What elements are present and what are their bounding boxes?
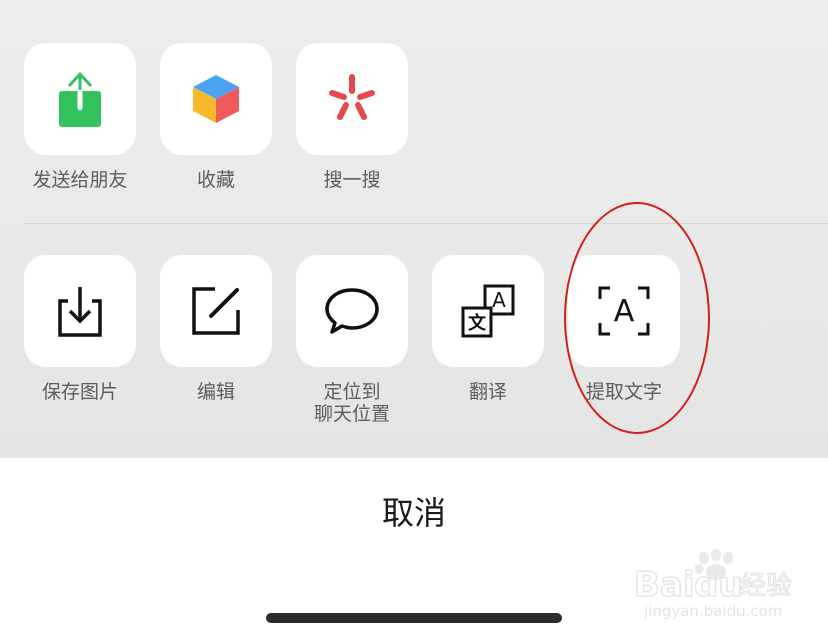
svg-text:A: A <box>492 288 506 312</box>
locate-in-chat-label: 定位到 聊天位置 <box>313 381 390 425</box>
svg-text:du: du <box>694 565 743 605</box>
save-download-icon <box>58 287 102 337</box>
search-spark-icon <box>329 74 375 120</box>
edit-pencil-icon <box>192 287 240 335</box>
save-image-label: 保存图片 <box>41 381 118 403</box>
baidu-jingyan-watermark: Bai du 经验 jingyan.baidu.com <box>632 548 822 628</box>
cancel-button[interactable]: 取消 <box>0 490 828 536</box>
send-to-friend-icon <box>59 72 101 127</box>
favorite-button[interactable] <box>160 43 272 155</box>
search-label: 搜一搜 <box>323 169 381 191</box>
svg-text:jingyan.baidu.com: jingyan.baidu.com <box>643 602 782 620</box>
home-indicator[interactable] <box>266 613 562 623</box>
translate-label: 翻译 <box>468 381 507 403</box>
baidu-paw-logo: Bai du 经验 jingyan.baidu.com <box>633 549 793 620</box>
send-to-friend-button[interactable] <box>24 43 136 155</box>
save-image-button[interactable] <box>24 255 136 367</box>
favorite-label: 收藏 <box>196 169 235 191</box>
search-button[interactable] <box>296 43 408 155</box>
highlight-annotation-circle <box>564 202 710 434</box>
svg-text:经验: 经验 <box>740 571 792 601</box>
edit-label: 编辑 <box>196 381 235 403</box>
locate-in-chat-button[interactable] <box>296 255 408 367</box>
chat-bubble-icon <box>325 288 379 334</box>
row-divider <box>24 223 828 224</box>
edit-button[interactable] <box>160 255 272 367</box>
translate-icon: A 文 <box>461 284 515 338</box>
share-sheet: 发送给朋友 收藏 搜一搜 保存图片 编辑 定位到 聊天位置 A 文 翻译 A 提… <box>0 0 828 458</box>
svg-text:Bai: Bai <box>634 565 695 605</box>
svg-text:文: 文 <box>468 312 487 334</box>
send-to-friend-label: 发送给朋友 <box>32 169 128 191</box>
favorite-cube-icon <box>193 75 239 123</box>
translate-button[interactable]: A 文 <box>432 255 544 367</box>
